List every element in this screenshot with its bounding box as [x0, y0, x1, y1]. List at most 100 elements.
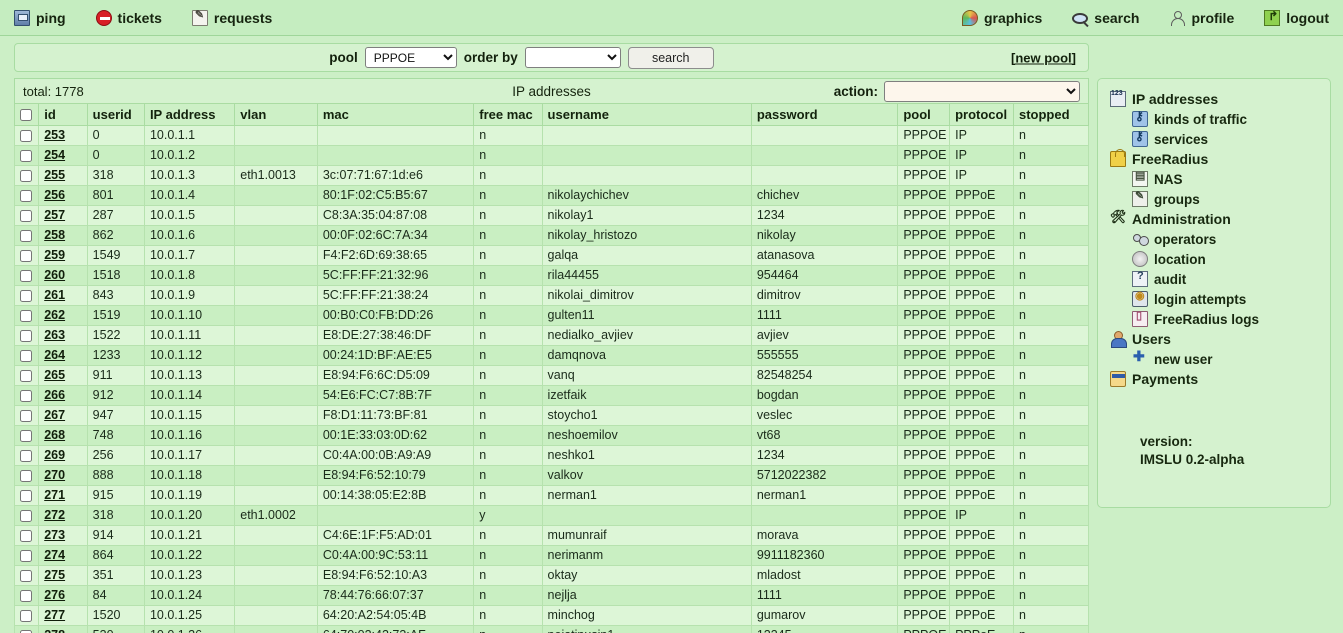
cell-id[interactable]: 262: [39, 306, 87, 326]
col-username[interactable]: username: [542, 104, 751, 126]
row-checkbox[interactable]: [20, 170, 32, 182]
row-checkbox[interactable]: [20, 530, 32, 542]
pool-select[interactable]: PPPOE: [365, 47, 457, 68]
cell-id[interactable]: 253: [39, 126, 87, 146]
row-checkbox-cell[interactable]: [15, 266, 39, 286]
row-checkbox[interactable]: [20, 290, 32, 302]
cell-id[interactable]: 270: [39, 466, 87, 486]
row-id-link[interactable]: 260: [44, 268, 65, 282]
row-checkbox-cell[interactable]: [15, 206, 39, 226]
row-checkbox[interactable]: [20, 270, 32, 282]
sidebar-item-payments[interactable]: Payments: [1106, 369, 1322, 389]
cell-id[interactable]: 266: [39, 386, 87, 406]
sidebar-item-administration[interactable]: Administration: [1106, 209, 1322, 229]
row-checkbox-cell[interactable]: [15, 346, 39, 366]
row-checkbox[interactable]: [20, 130, 32, 142]
row-id-link[interactable]: 261: [44, 288, 65, 302]
row-id-link[interactable]: 253: [44, 128, 65, 142]
cell-id[interactable]: 268: [39, 426, 87, 446]
col-userid[interactable]: userid: [87, 104, 144, 126]
nav-item-search[interactable]: search: [1072, 10, 1139, 26]
row-id-link[interactable]: 278: [44, 628, 65, 633]
row-checkbox-cell[interactable]: [15, 406, 39, 426]
sidebar-item-new-user[interactable]: new user: [1106, 349, 1322, 369]
row-id-link[interactable]: 265: [44, 368, 65, 382]
row-id-link[interactable]: 274: [44, 548, 65, 562]
cell-id[interactable]: 258: [39, 226, 87, 246]
nav-item-ping[interactable]: ping: [14, 10, 66, 26]
search-button[interactable]: search: [628, 47, 714, 69]
row-checkbox[interactable]: [20, 150, 32, 162]
row-checkbox[interactable]: [20, 570, 32, 582]
col-ip[interactable]: IP address: [144, 104, 234, 126]
row-id-link[interactable]: 270: [44, 468, 65, 482]
row-checkbox-cell[interactable]: [15, 366, 39, 386]
cell-id[interactable]: 267: [39, 406, 87, 426]
row-checkbox-cell[interactable]: [15, 166, 39, 186]
row-checkbox[interactable]: [20, 410, 32, 422]
row-checkbox-cell[interactable]: [15, 606, 39, 626]
cell-id[interactable]: 257: [39, 206, 87, 226]
row-id-link[interactable]: 255: [44, 168, 65, 182]
row-id-link[interactable]: 264: [44, 348, 65, 362]
row-checkbox[interactable]: [20, 610, 32, 622]
row-checkbox-cell[interactable]: [15, 226, 39, 246]
col-stopped[interactable]: stopped: [1013, 104, 1088, 126]
row-id-link[interactable]: 262: [44, 308, 65, 322]
row-id-link[interactable]: 256: [44, 188, 65, 202]
row-checkbox[interactable]: [20, 450, 32, 462]
row-id-link[interactable]: 266: [44, 388, 65, 402]
row-checkbox-cell[interactable]: [15, 146, 39, 166]
cell-id[interactable]: 269: [39, 446, 87, 466]
nav-item-logout[interactable]: logout: [1264, 10, 1329, 26]
cell-id[interactable]: 265: [39, 366, 87, 386]
row-id-link[interactable]: 257: [44, 208, 65, 222]
sidebar-item-location[interactable]: location: [1106, 249, 1322, 269]
row-checkbox-cell[interactable]: [15, 286, 39, 306]
row-checkbox-cell[interactable]: [15, 426, 39, 446]
nav-item-graphics[interactable]: graphics: [962, 10, 1042, 26]
cell-id[interactable]: 261: [39, 286, 87, 306]
row-checkbox[interactable]: [20, 330, 32, 342]
row-checkbox-cell[interactable]: [15, 626, 39, 633]
cell-id[interactable]: 256: [39, 186, 87, 206]
row-checkbox[interactable]: [20, 250, 32, 262]
row-checkbox-cell[interactable]: [15, 126, 39, 146]
nav-item-profile[interactable]: profile: [1169, 10, 1234, 26]
row-checkbox-cell[interactable]: [15, 586, 39, 606]
col-id[interactable]: id: [39, 104, 87, 126]
row-id-link[interactable]: 269: [44, 448, 65, 462]
row-id-link[interactable]: 268: [44, 428, 65, 442]
cell-id[interactable]: 264: [39, 346, 87, 366]
row-checkbox-cell[interactable]: [15, 326, 39, 346]
cell-id[interactable]: 263: [39, 326, 87, 346]
row-id-link[interactable]: 277: [44, 608, 65, 622]
row-id-link[interactable]: 258: [44, 228, 65, 242]
sidebar-item-login-attempts[interactable]: login attempts: [1106, 289, 1322, 309]
col-password[interactable]: password: [751, 104, 898, 126]
sidebar-item-operators[interactable]: operators: [1106, 229, 1322, 249]
row-id-link[interactable]: 275: [44, 568, 65, 582]
col-vlan[interactable]: vlan: [235, 104, 318, 126]
cell-id[interactable]: 273: [39, 526, 87, 546]
row-id-link[interactable]: 271: [44, 488, 65, 502]
col-select-all[interactable]: [15, 104, 39, 126]
row-id-link[interactable]: 259: [44, 248, 65, 262]
row-checkbox[interactable]: [20, 190, 32, 202]
row-checkbox[interactable]: [20, 350, 32, 362]
cell-id[interactable]: 278: [39, 626, 87, 633]
row-checkbox[interactable]: [20, 430, 32, 442]
cell-id[interactable]: 272: [39, 506, 87, 526]
select-all-checkbox[interactable]: [20, 109, 32, 121]
cell-id[interactable]: 254: [39, 146, 87, 166]
row-checkbox-cell[interactable]: [15, 246, 39, 266]
row-checkbox-cell[interactable]: [15, 506, 39, 526]
sidebar-item-freeradius[interactable]: FreeRadius: [1106, 149, 1322, 169]
nav-item-tickets[interactable]: tickets: [96, 10, 162, 26]
row-id-link[interactable]: 273: [44, 528, 65, 542]
sidebar-item-groups[interactable]: groups: [1106, 189, 1322, 209]
cell-id[interactable]: 275: [39, 566, 87, 586]
col-free-mac[interactable]: free mac: [474, 104, 542, 126]
row-id-link[interactable]: 272: [44, 508, 65, 522]
row-id-link[interactable]: 263: [44, 328, 65, 342]
